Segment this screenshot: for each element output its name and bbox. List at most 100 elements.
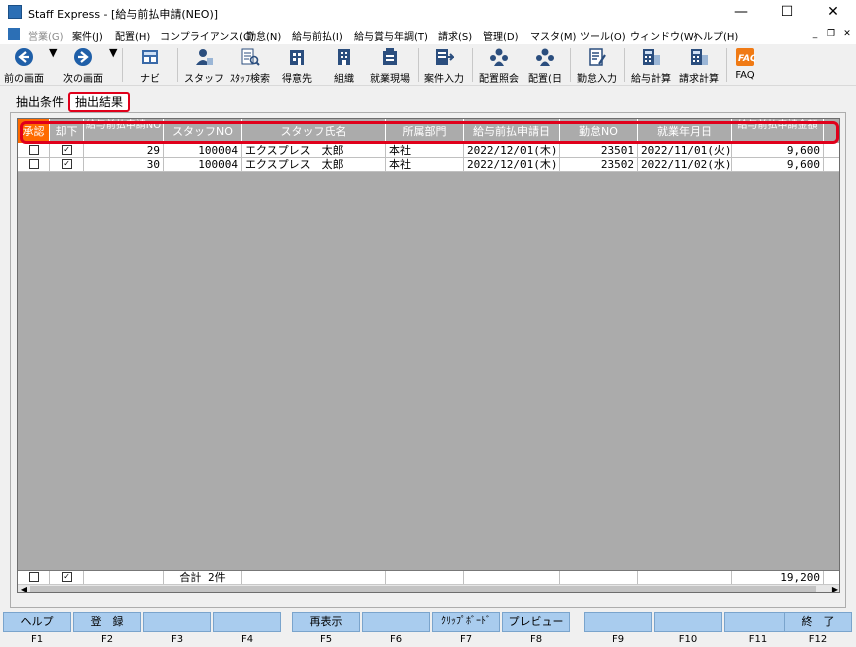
menu-jobs[interactable]: 案件(J) [72,28,103,43]
totals-filler [824,571,839,585]
f10-key-label: F10 [678,634,698,645]
forward-dropdown-arrow-icon[interactable]: ▼ [109,46,117,84]
column-header-department[interactable]: 所属部門 [386,119,464,144]
reject-checkbox-cell[interactable]: ✓ [50,144,84,158]
amount-cell: 9,600 [732,144,824,158]
maximize-button[interactable]: ☐ [764,0,810,25]
menu-billing[interactable]: 請求(S) [438,28,472,43]
reject-checkbox[interactable]: ✓ [61,159,72,169]
f8-preview-button[interactable]: プレビュー [502,612,570,632]
menu-salary-bonus[interactable]: 給与賞与年調(T) [354,28,428,43]
toolbar-separator [624,48,625,82]
faq-button[interactable]: FAQ FAQ [730,46,760,84]
forward-button[interactable]: 次の画面 [60,46,106,85]
placement-inquiry-button[interactable]: 配置照会 [476,46,522,85]
minimize-button[interactable]: — [718,0,764,25]
f4-button[interactable] [213,612,281,632]
menu-attendance[interactable]: 勤怠(N) [246,28,281,43]
column-header-request-amount[interactable]: 給与前払申請金額 [732,119,824,144]
reject-all-checkbox[interactable]: ✓ [61,572,72,582]
staff-search-button[interactable]: ｽﾀｯﾌ検索 [226,46,274,85]
f2-register-button[interactable]: 登 録 [73,612,141,632]
f9-key-label: F9 [611,634,625,645]
menu-help[interactable]: ヘルプ(H) [693,28,738,43]
totals-empty-cell [386,571,464,585]
column-header-reject[interactable]: 却下 [50,119,84,144]
staff-name-cell: エクスプレス 太郎 [242,158,386,172]
scrollbar-thumb[interactable] [30,586,816,592]
totals-empty-cell [242,571,386,585]
toolbar-separator [122,48,123,82]
totals-approve-cell[interactable] [18,571,50,585]
job-entry-button[interactable]: 案件入力 [421,46,467,85]
f12-exit-button[interactable]: 終 了 [784,612,852,632]
customer-button[interactable]: 得意先 [276,46,318,85]
menu-window[interactable]: ウィンドウ(W) [630,28,698,43]
approve-checkbox[interactable] [28,145,39,155]
column-header-request-no[interactable]: 給与前払申請NO [84,119,164,144]
placement-daily-icon [536,48,554,66]
menu-management[interactable]: 管理(D) [483,28,519,43]
f11-button[interactable] [724,612,792,632]
menu-placement[interactable]: 配置(H) [115,28,150,43]
f7-clipboard-button[interactable]: ｸﾘｯﾌﾟﾎﾞｰﾄﾞ [432,612,500,632]
menu-tools[interactable]: ツール(O) [580,28,626,43]
tab-extraction-results[interactable]: 抽出結果 [68,92,131,112]
tab-extraction-conditions[interactable]: 抽出条件 [16,92,64,112]
totals-empty-cell [84,571,164,585]
f1-help-button[interactable]: ヘルプ [3,612,71,632]
column-header-staff-no[interactable]: スタッフNO [164,119,242,144]
menu-salary-advance[interactable]: 給与前払(I) [292,28,343,43]
horizontal-scrollbar[interactable]: ◀ ▶ [18,584,839,592]
mdi-window-icon[interactable] [8,28,20,40]
f10-button[interactable] [654,612,722,632]
staff-button[interactable]: スタッフ [184,46,224,85]
window-title: Staff Express - [給与前払申請(NEO)] [28,8,219,21]
placement-inquiry-icon [490,48,508,66]
approve-checkbox-cell[interactable] [18,144,50,158]
f9-button[interactable] [584,612,652,632]
column-header-request-date[interactable]: 給与前払申請日 [464,119,560,144]
work-date-cell: 2022/11/02(水) [638,158,732,172]
table-row[interactable]: ✓ 29 100004 エクスプレス 太郎 本社 2022/12/01(木) 2… [18,144,839,158]
column-header-approve[interactable]: 承認 [18,119,50,144]
reject-checkbox-cell[interactable]: ✓ [50,158,84,172]
organization-button[interactable]: 組織 [324,46,364,85]
payroll-button[interactable]: 給与計算 [628,46,674,85]
menu-sales[interactable]: 営業(G) [28,28,64,43]
navi-button[interactable]: ナビ [130,46,170,85]
placement-daily-button[interactable]: 配置(日 [525,46,565,85]
navi-icon [142,50,158,64]
scroll-right-icon[interactable]: ▶ [829,585,839,592]
approve-checkbox[interactable] [28,159,39,169]
workplace-icon [383,48,397,65]
f5-refresh-button[interactable]: 再表示 [292,612,360,632]
payroll-icon [643,49,660,65]
close-button[interactable]: ✕ [810,0,856,25]
f6-button[interactable] [362,612,430,632]
column-header-staff-name[interactable]: スタッフ氏名 [242,119,386,144]
reject-checkbox[interactable]: ✓ [61,145,72,155]
approve-checkbox-cell[interactable] [18,158,50,172]
table-row[interactable]: ✓ 30 100004 エクスプレス 太郎 本社 2022/12/01(木) 2… [18,158,839,172]
f3-button[interactable] [143,612,211,632]
back-dropdown-arrow-icon[interactable]: ▼ [49,46,57,84]
menu-master[interactable]: マスタ(M) [530,28,576,43]
scroll-left-icon[interactable]: ◀ [18,585,30,592]
menu-compliance[interactable]: コンプライアンス(C) [160,28,254,43]
toolbar-separator [418,48,419,82]
totals-empty-cell [464,571,560,585]
totals-reject-cell[interactable]: ✓ [50,571,84,585]
column-header-attendance-no[interactable]: 勤怠NO [560,119,638,144]
toolbar-separator [726,48,727,82]
billing-button[interactable]: 請求計算 [676,46,722,85]
request-no-cell: 29 [84,144,164,158]
workplace-button[interactable]: 就業現場 [366,46,414,85]
column-header-work-date[interactable]: 就業年月日 [638,119,732,144]
attendance-entry-button[interactable]: 勤怠入力 [574,46,620,85]
mdi-restore-button[interactable]: ❐ [824,28,838,41]
mdi-minimize-button[interactable]: _ [808,28,822,41]
mdi-close-button[interactable]: ✕ [840,28,854,41]
approve-all-checkbox[interactable] [28,572,39,582]
back-button[interactable]: 前の画面 [2,46,46,85]
